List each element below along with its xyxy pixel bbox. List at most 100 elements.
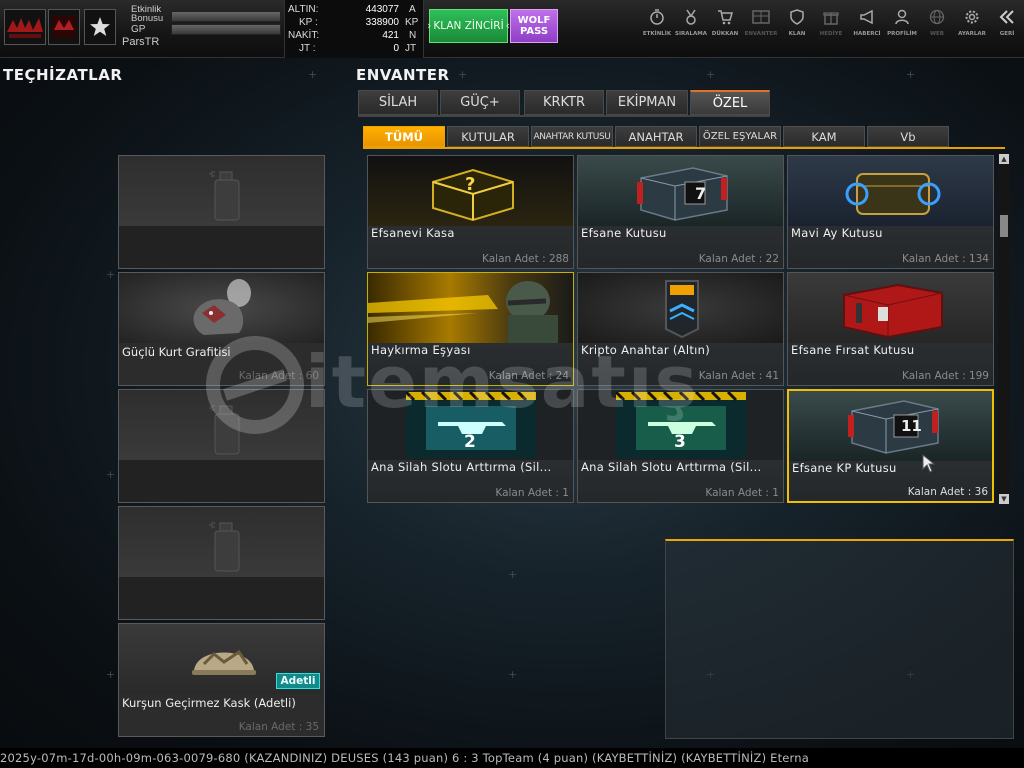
subtab-key-box[interactable]: ANAHTAR KUTUSU xyxy=(531,126,613,147)
nav-label: PROFİLİM xyxy=(887,31,917,37)
spray-can-icon xyxy=(209,166,245,226)
nav-label: KLAN xyxy=(788,31,806,37)
inventory-icon xyxy=(752,8,770,26)
equipment-slot[interactable] xyxy=(118,389,325,503)
tab-character[interactable]: KRKTR xyxy=(524,90,604,115)
inventory-item[interactable]: 2 Ana Silah Slotu Arttırma (Sil... Kalan… xyxy=(367,389,574,503)
subtab-all[interactable]: TÜMÜ xyxy=(363,126,445,147)
subtab-cam[interactable]: KAM xyxy=(783,126,865,147)
cart-icon xyxy=(716,8,734,26)
kp-unit: KP xyxy=(405,17,419,28)
nav-settings-button[interactable]: AYARLAR xyxy=(955,8,989,48)
nav-gift-button[interactable]: HEDİYE xyxy=(814,8,848,48)
quantity-badge: Adetli xyxy=(276,673,320,689)
nav-clan-button[interactable]: KLAN xyxy=(780,8,814,48)
scroll-up-icon[interactable]: ▲ xyxy=(999,154,1009,164)
nav-profile-button[interactable]: PROFİLİM xyxy=(885,8,919,48)
scroll-down-icon[interactable]: ▼ xyxy=(999,494,1009,504)
cash-label: NAKİT: xyxy=(288,30,320,41)
item-scrollbar[interactable]: ▲ ▼ xyxy=(998,153,1010,505)
clan-emblem-icon xyxy=(48,9,80,45)
item-detail-panel xyxy=(665,539,1014,739)
subtab-key[interactable]: ANAHTAR xyxy=(615,126,697,147)
item-count: Kalan Adet : 199 xyxy=(902,370,989,382)
inventory-item[interactable]: 7 Efsane Kutusu Kalan Adet : 22 xyxy=(577,155,784,269)
subtab-boxes[interactable]: KUTULAR xyxy=(447,126,529,147)
subtab-other[interactable]: Vb xyxy=(867,126,949,147)
scroll-thumb[interactable] xyxy=(1000,215,1008,237)
gold-label: ALTIN: xyxy=(288,4,319,15)
nav-ranking-button[interactable]: SIRALAMA xyxy=(674,8,708,48)
globe-icon xyxy=(928,8,946,26)
equipment-title: TEÇHİZATLAR xyxy=(3,66,123,84)
rank-emblem-icon xyxy=(4,9,46,45)
item-count: Kalan Adet : 288 xyxy=(482,253,569,265)
medal-icon xyxy=(682,8,700,26)
grid-marker: + xyxy=(458,68,468,81)
equipment-slot[interactable]: Güçlü Kurt Grafitisi Kalan Adet : 60 xyxy=(118,272,325,386)
cash-value: 421 xyxy=(382,30,399,41)
grid-marker: + xyxy=(106,668,116,681)
star-badge-icon xyxy=(84,9,116,45)
item-name: Ana Silah Slotu Arttırma (Sil... xyxy=(371,460,552,474)
tab-special[interactable]: ÖZEL xyxy=(690,90,770,115)
gp-label: GP xyxy=(131,24,146,35)
inventory-title: ENVANTER xyxy=(356,66,450,84)
item-name: Güçlü Kurt Grafitisi xyxy=(122,345,231,359)
inventory-item[interactable]: ? Efsanevi Kasa Kalan Adet : 288 xyxy=(367,155,574,269)
item-name: Mavi Ay Kutusu xyxy=(791,226,883,240)
shield-icon xyxy=(788,8,806,26)
inventory-item-selected[interactable]: 11 Efsane KP Kutusu Kalan Adet : 36 xyxy=(787,389,994,503)
equipment-slot[interactable] xyxy=(118,155,325,269)
subtab-underline xyxy=(363,147,1005,149)
game-window: + + + + + + + + + + + + Etkinlik Bonusu … xyxy=(0,0,1024,768)
event-bonus-label: Etkinlik Bonusu xyxy=(131,4,164,24)
jt-value: 0 xyxy=(393,43,399,54)
clan-chain-label: KLAN ZİNCİRİ xyxy=(433,20,504,32)
box-number: 11 xyxy=(901,417,922,435)
inventory-item[interactable]: Kripto Anahtar (Altın) Kalan Adet : 41 xyxy=(577,272,784,386)
grid-marker: + xyxy=(106,468,116,481)
kp-value: 338900 xyxy=(365,17,399,28)
tab-divider xyxy=(358,115,770,117)
equipment-slot[interactable]: Adetli Kurşun Geçirmez Kask (Adetli) Kal… xyxy=(118,623,325,737)
tab-equipment[interactable]: EKİPMAN xyxy=(606,90,688,115)
slot-footer xyxy=(119,577,324,619)
inventory-item[interactable]: 3 Ana Silah Slotu Arttırma (Sil... Kalan… xyxy=(577,389,784,503)
back-chevrons-icon xyxy=(998,8,1016,26)
spray-can-icon xyxy=(209,517,245,577)
tab-power[interactable]: GÜÇ+ xyxy=(440,90,520,115)
nav-back-button[interactable]: GERİ xyxy=(990,8,1024,48)
equipment-slot[interactable] xyxy=(118,506,325,620)
box-number: 7 xyxy=(695,184,707,203)
slot-number: 3 xyxy=(674,432,686,452)
nav-inventory-button[interactable]: ENVANTER xyxy=(744,8,778,48)
cash-unit: N xyxy=(409,30,417,41)
nav-event-button[interactable]: ETKİNLİK xyxy=(640,8,674,48)
wolf-pass-button[interactable]: WOLF PASS xyxy=(510,9,558,43)
item-name: Ana Silah Slotu Arttırma (Sil... xyxy=(581,460,762,474)
nav-label: WEB xyxy=(929,31,945,37)
clan-chain-button[interactable]: › KLAN ZİNCİRİ ‹ xyxy=(427,9,510,43)
item-count: Kalan Adet : 60 xyxy=(238,370,319,382)
username: ParsTR xyxy=(122,36,160,48)
inventory-item[interactable]: Mavi Ay Kutusu Kalan Adet : 134 xyxy=(787,155,994,269)
nav-messenger-button[interactable]: HABERCİ xyxy=(850,8,884,48)
subtab-special-items[interactable]: ÖZEL EŞYALAR xyxy=(699,126,781,147)
item-count: Kalan Adet : 1 xyxy=(705,487,779,499)
grid-marker: + xyxy=(706,68,716,81)
item-count: Kalan Adet : 41 xyxy=(698,370,779,382)
tab-weapon[interactable]: SİLAH xyxy=(358,90,438,115)
item-name: Kripto Anahtar (Altın) xyxy=(581,343,711,357)
spray-can-icon xyxy=(209,400,245,460)
item-name: Haykırma Eşyası xyxy=(371,343,471,357)
nav-label: HABERCİ xyxy=(853,31,881,37)
nav-web-button[interactable]: WEB xyxy=(920,8,954,48)
inventory-item[interactable]: Efsane Fırsat Kutusu Kalan Adet : 199 xyxy=(787,272,994,386)
gp-bar xyxy=(171,24,281,35)
soldier-shout-icon xyxy=(368,273,573,347)
megaphone-icon xyxy=(858,8,876,26)
inventory-item[interactable]: Haykırma Eşyası Kalan Adet : 24 xyxy=(367,272,574,386)
nav-shop-button[interactable]: DÜKKAN xyxy=(708,8,742,48)
nav-label: SIRALAMA xyxy=(675,31,707,37)
